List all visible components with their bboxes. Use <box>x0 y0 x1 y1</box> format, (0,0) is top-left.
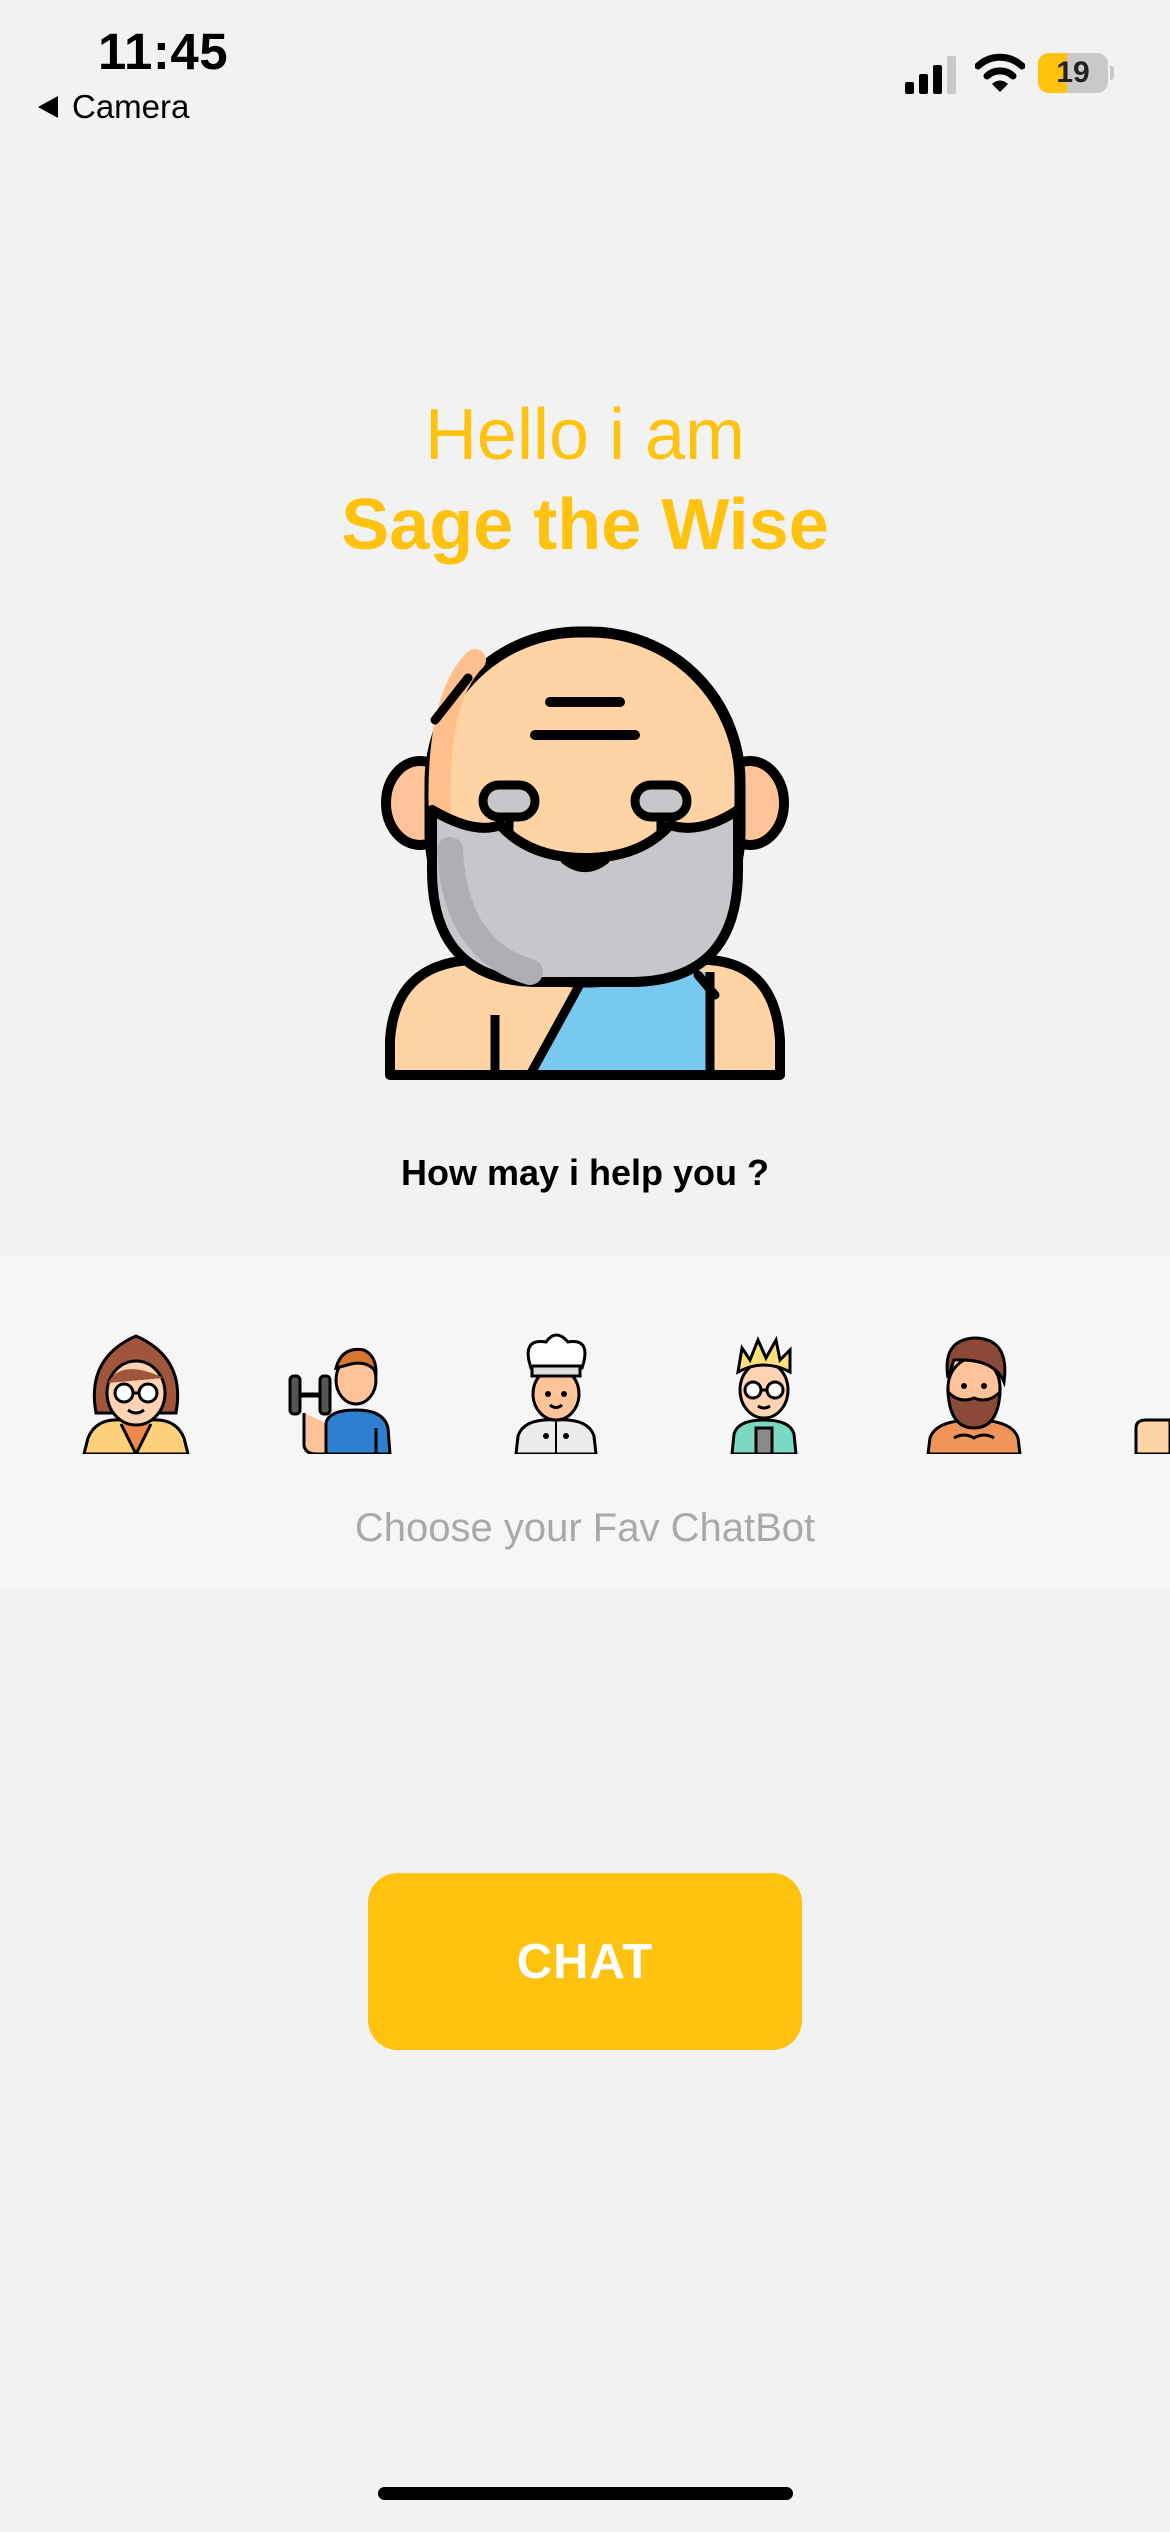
bot-option-fitness-man[interactable] <box>284 1328 404 1454</box>
bot-name-title: Sage the Wise <box>341 485 829 565</box>
bot-option-nerd[interactable] <box>704 1328 824 1454</box>
chatbot-picker[interactable]: Choose your Fav ChatBot <box>0 1256 1170 1588</box>
home-indicator[interactable] <box>378 2487 793 2500</box>
bot-option-chef[interactable] <box>496 1328 616 1454</box>
greeting-text: Hello i am <box>424 395 746 475</box>
back-link-label: Camera <box>72 88 190 125</box>
battery-tip <box>1110 66 1114 80</box>
battery-body: 19 <box>1038 53 1108 93</box>
chat-button[interactable]: CHAT <box>368 1873 802 2050</box>
picker-label: Choose your Fav ChatBot <box>354 1506 816 1550</box>
status-time: 11:45 <box>98 23 229 80</box>
bot-option-woman-glasses[interactable] <box>76 1328 196 1454</box>
bot-option-bearded-man[interactable] <box>914 1328 1034 1454</box>
battery-level: 19 <box>1056 56 1090 89</box>
back-to-camera-link[interactable]: Camera <box>38 88 189 126</box>
bot-option-partial[interactable] <box>1130 1328 1170 1454</box>
sage-avatar <box>381 626 789 1080</box>
status-bar: 11:45 Camera 19 <box>0 0 1170 140</box>
wifi-icon <box>975 53 1025 92</box>
help-prompt: How may i help you ? <box>400 1152 770 1193</box>
cellular-signal-icon <box>905 56 956 94</box>
back-arrow-icon <box>38 96 58 118</box>
battery-icon: 19 <box>1038 53 1114 93</box>
